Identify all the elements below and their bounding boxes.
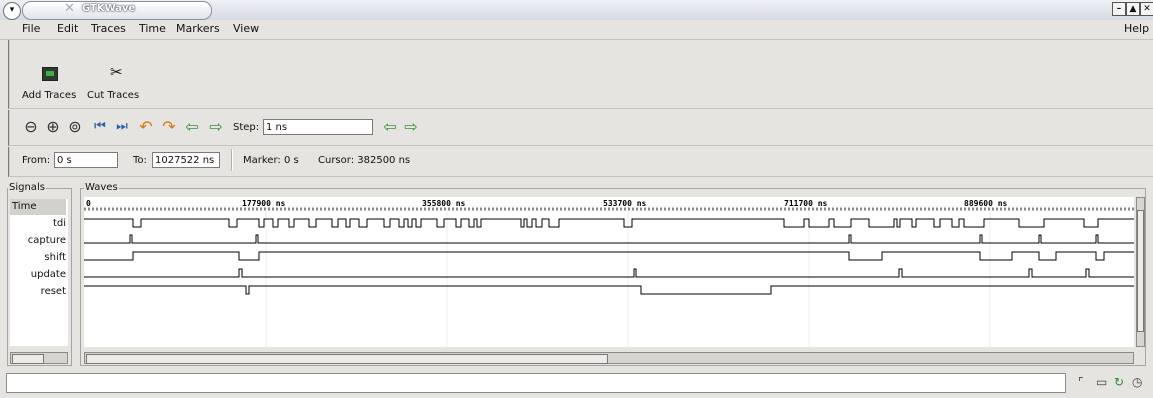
waves-title: Waves xyxy=(84,182,119,193)
signal-capture[interactable]: capture xyxy=(10,233,66,249)
cut-icon[interactable]: ✂ xyxy=(110,64,123,80)
signals-hscrollbar[interactable] xyxy=(10,352,68,364)
step-label: Step: xyxy=(233,122,260,133)
zoom-corner-icon[interactable]: ⌜ xyxy=(1078,375,1084,389)
maximize-button[interactable]: ▲ xyxy=(1126,2,1140,16)
menu-markers[interactable]: Markers xyxy=(176,22,220,35)
zoom-fit-icon[interactable]: ⊚ xyxy=(66,118,84,136)
trace-update xyxy=(84,268,1134,278)
redo-icon[interactable]: ↷ xyxy=(160,118,178,136)
page-left-icon[interactable]: ⇦ xyxy=(183,118,201,136)
waves-vscrollbar[interactable] xyxy=(1136,197,1145,347)
go-end-icon[interactable]: ⏭ xyxy=(113,118,131,136)
menu-view[interactable]: View xyxy=(233,22,259,35)
add-traces-icon[interactable] xyxy=(42,67,58,81)
add-traces-button[interactable]: Add Traces xyxy=(22,90,76,101)
menu-bar xyxy=(0,20,1153,40)
undo-icon[interactable]: ↶ xyxy=(137,118,155,136)
from-input[interactable]: 0 s xyxy=(54,152,118,168)
signals-title: Signals xyxy=(8,182,46,193)
cursor-value: Cursor: 382500 ns xyxy=(318,155,411,166)
window-title: GTKWave xyxy=(82,3,136,14)
time-label: 177900 ns xyxy=(242,199,286,208)
close-button[interactable]: ✕ xyxy=(1140,2,1153,16)
waveform-plot[interactable]: 0 177900 ns 355800 ns 533700 ns 711700 n… xyxy=(84,197,1134,347)
waves-canvas[interactable]: 0 177900 ns 355800 ns 533700 ns 711700 n… xyxy=(84,197,1134,347)
menu-file[interactable]: File xyxy=(22,22,40,35)
time-label: 533700 ns xyxy=(603,199,647,208)
menu-help[interactable]: Help xyxy=(1124,22,1149,35)
to-label: To: xyxy=(133,155,147,166)
page-right-icon[interactable]: ⇨ xyxy=(207,118,225,136)
trace-capture xyxy=(84,234,1134,244)
menu-traces[interactable]: Traces xyxy=(91,22,126,35)
reload-icon[interactable]: ↻ xyxy=(1114,375,1124,389)
clock-icon[interactable]: ◷ xyxy=(1132,375,1142,389)
signal-time[interactable]: Time xyxy=(10,199,66,215)
trace-shift xyxy=(84,251,1134,261)
zoom-in-icon[interactable]: ⊕ xyxy=(44,118,62,136)
step-back-icon[interactable]: ⇦ xyxy=(381,118,399,136)
open-folder-icon[interactable]: ▭ xyxy=(1096,375,1107,389)
menu-time[interactable]: Time xyxy=(139,22,166,35)
status-bar xyxy=(6,373,1066,393)
step-forward-icon[interactable]: ⇨ xyxy=(402,118,420,136)
signal-shift[interactable]: shift xyxy=(10,250,66,266)
signal-reset[interactable]: reset xyxy=(10,284,66,300)
time-label: 711700 ns xyxy=(784,199,828,208)
to-input[interactable]: 1027522 ns xyxy=(152,152,220,168)
nav-toolbar xyxy=(8,110,1153,146)
minimize-button[interactable]: – xyxy=(1112,2,1126,16)
waves-hscrollbar[interactable] xyxy=(84,352,1134,364)
from-label: From: xyxy=(22,155,51,166)
trace-reset xyxy=(84,285,1134,295)
window-menu-button[interactable]: ▾ xyxy=(3,2,21,20)
trace-tdi xyxy=(84,218,1134,228)
zoom-out-icon[interactable]: ⊖ xyxy=(22,118,40,136)
time-label: 0 xyxy=(86,199,91,208)
cut-traces-button[interactable]: Cut Traces xyxy=(87,90,139,101)
menu-edit[interactable]: Edit xyxy=(57,22,78,35)
signals-list[interactable]: Time tdi capture shift update reset xyxy=(10,199,68,346)
time-label: 355800 ns xyxy=(422,199,466,208)
separator xyxy=(231,149,233,171)
signal-update[interactable]: update xyxy=(10,267,66,283)
step-input[interactable]: 1 ns xyxy=(263,119,373,135)
time-label: 889600 ns xyxy=(964,199,1008,208)
app-icon: ✕ xyxy=(64,1,75,16)
go-start-icon[interactable]: ⏮ xyxy=(91,118,109,136)
trace-toolbar xyxy=(8,40,1153,109)
signal-tdi[interactable]: tdi xyxy=(10,216,66,232)
marker-value: Marker: 0 s xyxy=(243,155,299,166)
